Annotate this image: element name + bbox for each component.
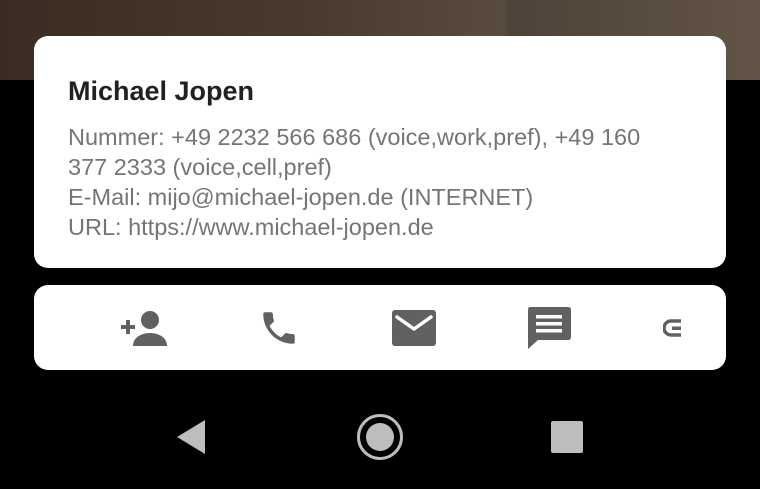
recents-button[interactable] bbox=[537, 407, 597, 467]
add-contact-icon bbox=[121, 310, 167, 346]
open-url-button[interactable] bbox=[644, 285, 704, 370]
contact-phone-line-2: 377 2333 (voice,cell,pref) bbox=[68, 154, 332, 180]
system-navigation-bar bbox=[0, 389, 760, 489]
phone-icon bbox=[263, 311, 295, 344]
contact-url-line: URL: https://www.michael-jopen.de bbox=[68, 214, 434, 240]
recents-icon bbox=[551, 421, 583, 453]
contact-email-line: E-Mail: mijo@michael-jopen.de (INTERNET) bbox=[68, 184, 534, 210]
home-button[interactable] bbox=[350, 407, 410, 467]
back-icon bbox=[177, 420, 205, 454]
back-button[interactable] bbox=[160, 407, 220, 467]
open-url-icon bbox=[663, 318, 681, 337]
message-button[interactable] bbox=[509, 285, 589, 370]
home-icon bbox=[357, 414, 403, 460]
contact-card: Michael Jopen Nummer: +49 2232 566 686 (… bbox=[34, 36, 726, 268]
contact-name: Michael Jopen bbox=[68, 76, 255, 106]
contact-phone-line-1: Nummer: +49 2232 566 686 (voice,work,pre… bbox=[68, 124, 641, 150]
email-button[interactable] bbox=[374, 285, 454, 370]
add-contact-button[interactable] bbox=[104, 285, 184, 370]
email-icon bbox=[392, 309, 436, 346]
call-button[interactable] bbox=[239, 285, 319, 370]
message-icon bbox=[528, 306, 571, 349]
contact-actions-bar bbox=[34, 285, 726, 370]
